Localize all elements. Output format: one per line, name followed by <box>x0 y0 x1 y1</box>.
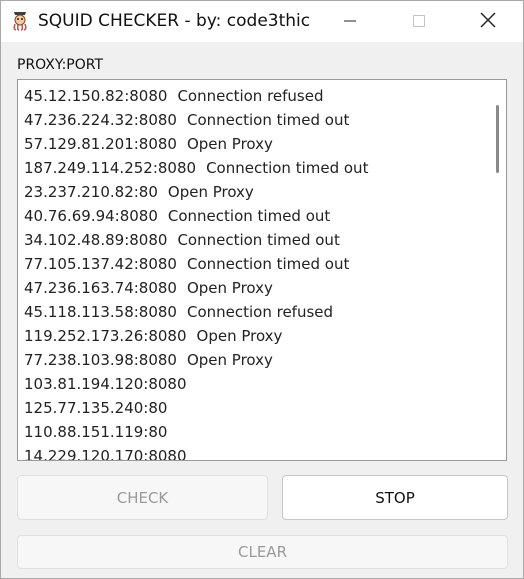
close-icon <box>480 12 496 32</box>
list-item[interactable]: 14.229.120.170:8080 <box>24 444 486 461</box>
list-item[interactable]: 45.12.150.82:8080 Connection refused <box>24 84 486 108</box>
proxy-address: 57.129.81.201:8080 <box>24 135 177 153</box>
proxy-address: 40.76.69.94:8080 <box>24 207 158 225</box>
proxy-address: 110.88.151.119:80 <box>24 423 168 441</box>
list-item[interactable]: 23.237.210.82:80 Open Proxy <box>24 180 486 204</box>
proxy-address: 187.249.114.252:8080 <box>24 159 197 177</box>
proxy-status: Open Proxy <box>186 135 273 153</box>
proxy-status: Connection timed out <box>177 231 340 249</box>
list-item[interactable]: 77.105.137.42:8080 Connection timed out <box>24 252 486 276</box>
proxy-address: 77.105.137.42:8080 <box>24 255 177 273</box>
proxy-status: Connection timed out <box>186 255 350 273</box>
list-item[interactable]: 187.249.114.252:8080 Connection timed out <box>24 156 486 180</box>
list-item[interactable]: 57.129.81.201:8080 Open Proxy <box>24 132 486 156</box>
proxy-status: Connection refused <box>177 87 324 105</box>
title-bar[interactable]: SQUID CHECKER - by: code3thic <box>1 1 523 42</box>
list-item[interactable]: 119.252.173.26:8080 Open Proxy <box>24 324 486 348</box>
list-item[interactable]: 110.88.151.119:80 <box>24 420 486 444</box>
proxy-address: 47.236.163.74:8080 <box>24 279 177 297</box>
list-item[interactable]: 45.118.113.58:8080 Connection refused <box>24 300 486 324</box>
proxy-address: 103.81.194.120:8080 <box>24 375 187 393</box>
list-item[interactable]: 77.238.103.98:8080 Open Proxy <box>24 348 486 372</box>
app-window: SQUID CHECKER - by: code3thic PROXY:PORT… <box>0 0 524 579</box>
proxy-status: Connection timed out <box>186 111 350 129</box>
proxy-status: Open Proxy <box>186 351 273 369</box>
proxy-address: 23.237.210.82:80 <box>24 183 158 201</box>
list-item[interactable]: 125.77.135.240:80 <box>24 396 486 420</box>
proxy-address: 34.102.48.89:8080 <box>24 231 168 249</box>
list-item[interactable]: 47.236.163.74:8080 Open Proxy <box>24 276 486 300</box>
proxy-address: 77.238.103.98:8080 <box>24 351 177 369</box>
list-item[interactable]: 103.81.194.120:8080 <box>24 372 486 396</box>
proxy-address: 47.236.224.32:8080 <box>24 111 177 129</box>
proxy-address: 119.252.173.26:8080 <box>24 327 187 345</box>
proxy-status: Open Proxy <box>196 327 283 345</box>
proxy-status: Connection timed out <box>206 159 369 177</box>
proxy-status: Connection refused <box>186 303 334 321</box>
proxy-address: 45.118.113.58:8080 <box>24 303 177 321</box>
proxy-address: 14.229.120.170:8080 <box>24 447 187 461</box>
scrollbar-thumb[interactable] <box>496 105 499 173</box>
check-button[interactable]: CHECK <box>17 475 268 520</box>
proxy-port-label: PROXY:PORT <box>17 57 104 73</box>
proxy-status: Connection timed out <box>167 207 331 225</box>
proxy-address: 45.12.150.82:8080 <box>24 87 168 105</box>
close-button[interactable] <box>466 1 510 42</box>
proxy-status: Open Proxy <box>186 279 273 297</box>
proxy-status: Open Proxy <box>167 183 254 201</box>
stop-button[interactable]: STOP <box>282 475 508 520</box>
maximize-button[interactable] <box>397 1 441 42</box>
proxy-listbox[interactable]: 45.12.150.82:8080 Connection refused 47.23… <box>17 79 507 461</box>
list-item[interactable]: 47.236.224.32:8080 Connection timed out <box>24 108 486 132</box>
minimize-icon <box>344 12 356 31</box>
list-item[interactable]: 40.76.69.94:8080 Connection timed out <box>24 204 486 228</box>
squid-app-icon <box>11 11 29 31</box>
window-title: SQUID CHECKER - by: code3thic <box>38 11 311 31</box>
clear-button[interactable]: CLEAR <box>17 535 508 569</box>
minimize-button[interactable] <box>328 1 372 42</box>
proxy-list: 45.12.150.82:8080 Connection refused 47.23… <box>24 84 486 461</box>
proxy-address: 125.77.135.240:80 <box>24 399 168 417</box>
vertical-scrollbar[interactable] <box>486 80 506 460</box>
list-item[interactable]: 34.102.48.89:8080 Connection timed out <box>24 228 486 252</box>
maximize-icon <box>413 12 425 31</box>
